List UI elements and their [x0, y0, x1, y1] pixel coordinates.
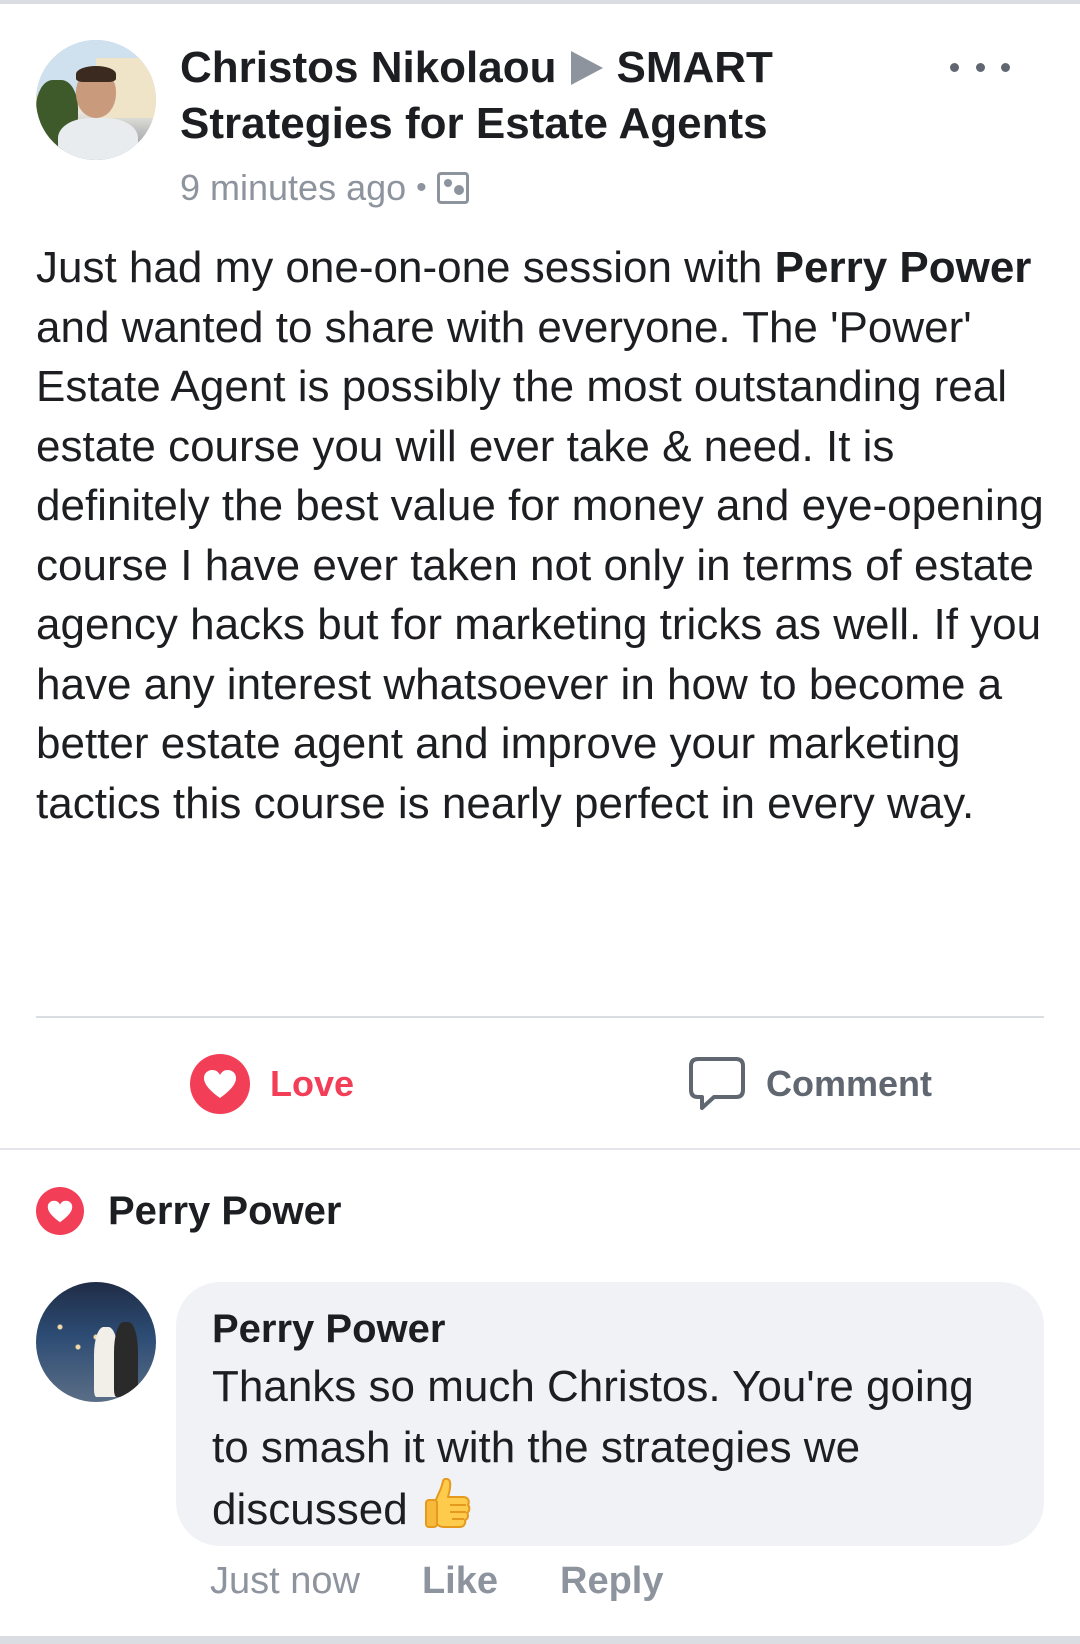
mentioned-name[interactable]: Perry Power [775, 243, 1032, 292]
post-title: Christos Nikolaou SMART Strategies for Es… [180, 40, 900, 152]
comment-reply-button[interactable]: Reply [560, 1560, 663, 1603]
more-dot-icon [950, 62, 959, 72]
section-divider [0, 1148, 1080, 1150]
comment-timestamp[interactable]: Just now [210, 1560, 360, 1603]
author-avatar[interactable] [36, 40, 156, 160]
more-dot-icon [975, 62, 985, 72]
commenter-name[interactable]: Perry Power [212, 1304, 1008, 1354]
heart-reaction-icon [36, 1187, 84, 1235]
comment-actions: Just now Like Reply [210, 1556, 664, 1606]
comment-text-wrap: Thanks so much Christos. You're going to… [212, 1356, 1008, 1546]
post-body: Just had my one-on-one session with Perr… [36, 238, 1056, 833]
reactor-name: Perry Power [108, 1188, 342, 1233]
more-dot-icon [1001, 62, 1010, 72]
top-divider [0, 0, 1080, 4]
post-meta: 9 minutes ago • [180, 166, 900, 210]
commenter-avatar[interactable] [36, 1282, 156, 1402]
love-button[interactable]: Love [190, 1052, 354, 1116]
reaction-summary[interactable]: Perry Power [36, 1186, 341, 1236]
comment-text: Thanks so much Christos. You're going to… [212, 1362, 974, 1534]
post-divider [36, 1016, 1044, 1018]
more-options-button[interactable] [950, 52, 1010, 82]
love-label: Love [270, 1063, 355, 1104]
comment-button[interactable]: Comment [688, 1052, 932, 1116]
comment-bubble[interactable]: Perry Power Thanks so much Christos. You… [176, 1282, 1044, 1546]
author-name[interactable]: Christos Nikolaou [180, 43, 557, 92]
post-text-segment: and wanted to share with everyone. The '… [36, 302, 1044, 828]
meta-separator: • [416, 171, 427, 204]
heart-icon [190, 1054, 250, 1114]
arrow-right-icon [570, 51, 603, 85]
comment-label: Comment [766, 1063, 933, 1104]
post-text-segment: Just had my one-on-one session with [36, 243, 775, 292]
post-timestamp[interactable]: 9 minutes ago [180, 166, 406, 210]
bottom-divider [0, 1636, 1080, 1644]
comment-like-button[interactable]: Like [422, 1560, 498, 1603]
group-audience-icon [436, 172, 469, 204]
thumbs-up-icon [422, 1477, 472, 1546]
comment-icon [689, 1057, 745, 1110]
post-header: Christos Nikolaou SMART Strategies for Es… [180, 40, 900, 210]
